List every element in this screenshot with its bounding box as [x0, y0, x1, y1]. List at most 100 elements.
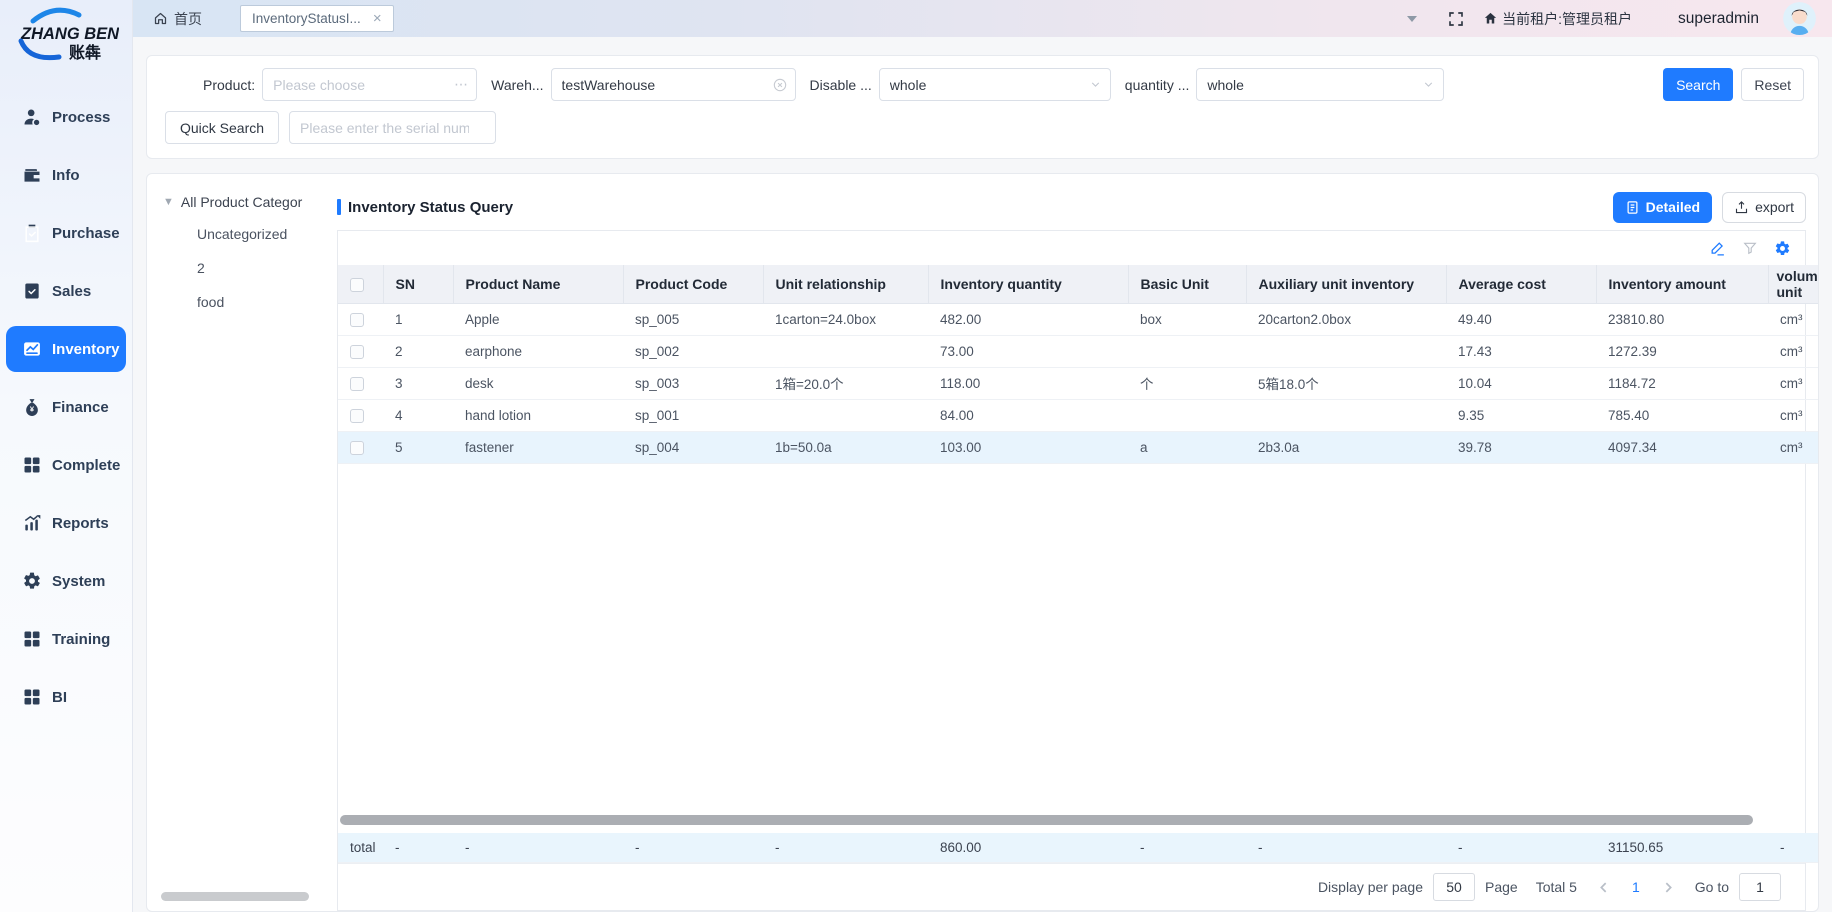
row-checkbox[interactable] — [350, 313, 364, 327]
table-cell: 785.40 — [1596, 399, 1768, 431]
column-header: Inventory amount — [1596, 265, 1768, 303]
table-row[interactable]: 5fastenersp_0041b=50.0a103.00a2b3.0a39.7… — [338, 431, 1818, 463]
row-checkbox[interactable] — [350, 441, 364, 455]
disable-select-value[interactable] — [880, 69, 1110, 100]
total-cell: - — [453, 833, 623, 863]
product-select[interactable]: ⋯ — [262, 68, 477, 101]
quick-search-field[interactable] — [289, 111, 496, 144]
main-area: 首页 InventoryStatusI... × 当前租户:管理员租户 supe… — [133, 0, 1832, 912]
quick-search-button[interactable]: Quick Search — [165, 111, 279, 144]
tree-expand-icon[interactable]: ▼ — [163, 196, 174, 208]
table-cell — [1246, 335, 1446, 367]
brand-name-en: ZHANG BEN — [20, 25, 119, 43]
home-outline-icon — [153, 11, 168, 26]
tree-item[interactable]: 2 — [197, 260, 337, 276]
quantity-select[interactable] — [1196, 68, 1444, 101]
total-cell: - — [1446, 833, 1596, 863]
total-cell: - — [1128, 833, 1246, 863]
sidebar-item-finance[interactable]: ¥Finance — [0, 378, 132, 436]
row-checkbox[interactable] — [350, 377, 364, 391]
sidebar-item-bi[interactable]: BI — [0, 668, 132, 726]
disable-label: Disable ... — [810, 77, 872, 93]
sidebar-item-inventory[interactable]: Inventory — [0, 320, 132, 378]
table-cell: 9.35 — [1446, 399, 1596, 431]
table-cell: 84.00 — [928, 399, 1128, 431]
table-row[interactable]: 4hand lotionsp_00184.009.35785.40cm³ — [338, 399, 1818, 431]
chevron-down-icon — [1422, 78, 1435, 91]
tree-item[interactable]: Uncategorized — [197, 226, 337, 242]
sidebar-item-label: Process — [52, 109, 110, 126]
page-size-input[interactable] — [1433, 873, 1475, 901]
sidebar-item-purchase[interactable]: Purchase — [0, 204, 132, 262]
fullscreen-icon[interactable] — [1447, 10, 1465, 28]
table-horizontal-scrollbar[interactable] — [340, 815, 1753, 825]
table-cell: 个 — [1128, 367, 1246, 399]
brand-logo: ZHANG BEN 账犇 — [0, 0, 132, 74]
table-cell: Apple — [453, 303, 623, 335]
next-page-icon[interactable] — [1662, 881, 1675, 894]
sidebar-item-system[interactable]: System — [0, 552, 132, 610]
column-header: Inventory quantity — [928, 265, 1128, 303]
table-cell — [763, 399, 928, 431]
total-cell: - — [383, 833, 453, 863]
table-row[interactable]: 1Applesp_0051carton=24.0box482.00box20ca… — [338, 303, 1818, 335]
inventory-table: SNProduct NameProduct CodeUnit relations… — [338, 265, 1818, 464]
product-input[interactable] — [263, 69, 476, 100]
sidebar: ZHANG BEN 账犇 Process InfoPurchaseSalesInv… — [0, 0, 133, 912]
warehouse-field[interactable] — [551, 68, 796, 101]
tree-horizontal-scrollbar[interactable] — [161, 892, 309, 901]
clear-icon[interactable] — [773, 78, 787, 92]
warehouse-input[interactable] — [552, 69, 795, 100]
select-all-checkbox[interactable] — [350, 278, 364, 292]
goto-page-input[interactable] — [1739, 873, 1781, 901]
reset-button[interactable]: Reset — [1741, 68, 1804, 101]
tab-home-label: 首页 — [174, 9, 202, 29]
chart-line-icon — [22, 339, 42, 359]
table-cell: 10.04 — [1446, 367, 1596, 399]
ellipsis-icon: ⋯ — [454, 76, 468, 93]
row-checkbox[interactable] — [350, 409, 364, 423]
edit-icon[interactable] — [1709, 240, 1726, 257]
sidebar-item-sales[interactable]: Sales — [0, 262, 132, 320]
tree-root[interactable]: ▼ All Product Categor — [163, 194, 337, 210]
table-cell: 1carton=24.0box — [763, 303, 928, 335]
row-checkbox[interactable] — [350, 345, 364, 359]
wallet-icon — [22, 165, 42, 185]
sidebar-item-training[interactable]: Training — [0, 610, 132, 668]
table-row[interactable]: 2earphonesp_00273.0017.431272.39cm³ — [338, 335, 1818, 367]
table-cell: a — [1128, 431, 1246, 463]
table-cell: 73.00 — [928, 335, 1128, 367]
tree-item[interactable]: food — [197, 294, 337, 310]
tab-list-dropdown-icon[interactable] — [1407, 16, 1417, 22]
username[interactable]: superadmin — [1678, 10, 1759, 28]
table-cell: cm³ — [1768, 399, 1818, 431]
sidebar-item-info[interactable]: Info — [0, 146, 132, 204]
export-button[interactable]: export — [1722, 192, 1806, 223]
tenant-info[interactable]: 当前租户:管理员租户 — [1483, 9, 1632, 29]
filter-icon[interactable] — [1742, 240, 1758, 256]
quick-search-input[interactable] — [290, 112, 495, 143]
sidebar-menu: Process InfoPurchaseSalesInventory¥Financ… — [0, 74, 132, 912]
tenant-label: 当前租户:管理员租户 — [1502, 9, 1632, 29]
tab-home[interactable]: 首页 — [153, 9, 202, 29]
total-row: total----860.00---31150.65- — [338, 833, 1818, 863]
detailed-button[interactable]: Detailed — [1613, 192, 1712, 223]
avatar[interactable] — [1783, 2, 1816, 35]
table-row[interactable]: 3desksp_0031箱=20.0个118.00个5箱18.0个10.0411… — [338, 367, 1818, 399]
tab-close-icon[interactable]: × — [373, 11, 382, 26]
sidebar-item-complete[interactable]: Complete — [0, 436, 132, 494]
current-page[interactable]: 1 — [1632, 879, 1640, 895]
sidebar-item-reports[interactable]: Reports — [0, 494, 132, 552]
table-empty-space — [338, 464, 1805, 815]
search-button[interactable]: Search — [1663, 68, 1733, 101]
disable-select[interactable] — [879, 68, 1111, 101]
quantity-select-value[interactable] — [1197, 69, 1443, 100]
tab-inventory-status[interactable]: InventoryStatusI... × — [240, 5, 394, 32]
settings-icon[interactable] — [1774, 240, 1791, 257]
column-header: Basic Unit — [1128, 265, 1246, 303]
table-cell: 5箱18.0个 — [1246, 367, 1446, 399]
table-cell: 482.00 — [928, 303, 1128, 335]
prev-page-icon[interactable] — [1597, 881, 1610, 894]
sidebar-item-process[interactable]: Process — [0, 88, 132, 146]
sidebar-item-label: Training — [52, 631, 110, 648]
